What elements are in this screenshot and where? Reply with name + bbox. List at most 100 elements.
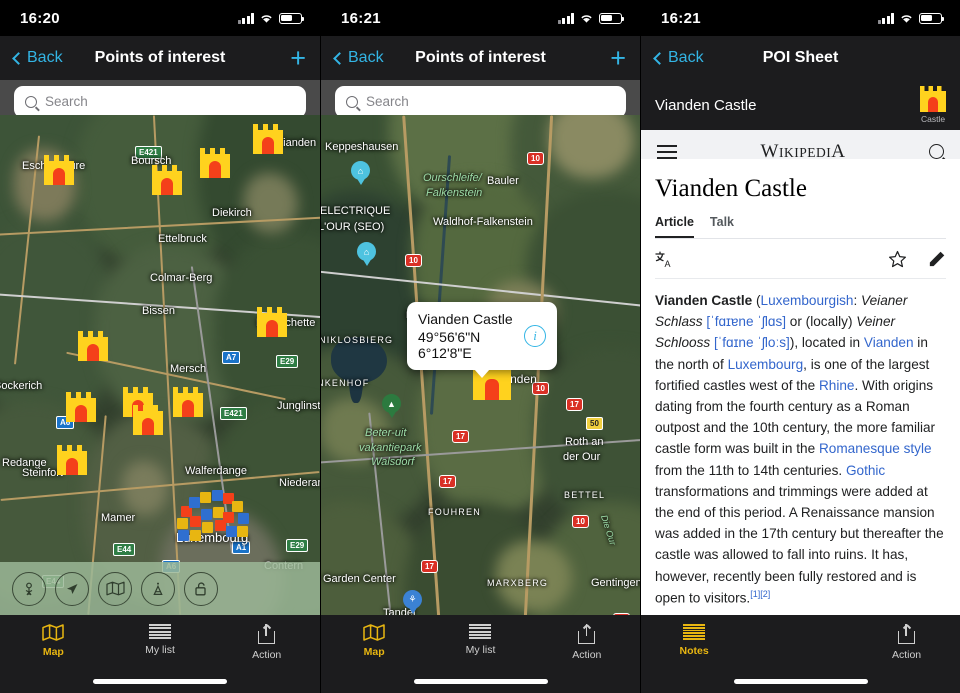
wifi-icon	[901, 15, 912, 23]
article-link[interactable]: [ˈfɑɪne ˈʃloːs]	[714, 335, 790, 350]
unlock-tool-button[interactable]	[184, 571, 218, 606]
poi-category[interactable]: Castle	[920, 86, 946, 124]
road-shield: 50	[586, 417, 603, 430]
road-shield: E29	[286, 539, 309, 552]
castle-icon	[920, 86, 946, 112]
map-label: Bockerich	[0, 380, 43, 392]
search-input[interactable]: Search	[366, 94, 409, 109]
road-shield: 10	[405, 254, 422, 267]
navigate-tool-button[interactable]	[55, 571, 89, 606]
battery-icon	[279, 12, 304, 24]
map-label: L'OUR (SEO)	[321, 221, 385, 233]
castle-marker[interactable]	[44, 155, 74, 185]
map-label: BETTEL	[564, 490, 606, 500]
language-icon[interactable]: A	[655, 251, 675, 269]
search-input[interactable]: Search	[45, 94, 88, 109]
tab-article[interactable]: Article	[655, 215, 694, 238]
wikipedia-article[interactable]: Vianden Castle Article Talk A Vianden Ca…	[641, 159, 960, 615]
article-text[interactable]: [1][2]	[750, 589, 770, 599]
article-link[interactable]: Luxembourgish	[761, 293, 854, 308]
poi-callout[interactable]: Vianden Castle 49°56'6"N 6°12'8"E i	[407, 302, 557, 378]
map-detail[interactable]: 10 10 10 10 17 50 17 17 10 17 10 Keppesh…	[321, 115, 640, 655]
tab-map-label: Map	[363, 646, 385, 658]
road-shield: 17	[566, 398, 583, 411]
poi-category-label: Castle	[920, 114, 946, 124]
location-pin-tool-button[interactable]	[12, 571, 46, 606]
map-label: FOUHREN	[428, 507, 481, 517]
tab-map[interactable]: Map	[0, 624, 107, 693]
wifi-icon	[581, 15, 592, 23]
map-label: Mersch	[170, 363, 207, 375]
article-link[interactable]: Rhine	[819, 378, 855, 393]
map-label: Garden Center	[323, 573, 396, 585]
poi-callout-title: Vianden Castle	[418, 311, 513, 327]
back-button[interactable]: Back	[653, 49, 704, 67]
home-indicator	[733, 679, 868, 684]
search-bar[interactable]: Search	[14, 85, 306, 118]
map-layers-tool-button[interactable]	[98, 571, 132, 606]
road-shield: 17	[439, 475, 456, 488]
status-bar: 16:21	[321, 0, 640, 36]
map-label: der Our	[563, 451, 601, 463]
article-link[interactable]: Luxembourg	[728, 357, 804, 372]
castle-marker[interactable]	[173, 387, 203, 417]
home-indicator	[413, 679, 548, 684]
svg-text:A: A	[665, 259, 671, 269]
road-shield: 10	[572, 515, 589, 528]
search-icon[interactable]	[928, 144, 944, 159]
add-poi-button[interactable]: +	[610, 44, 626, 72]
article-link[interactable]: Vianden	[864, 335, 914, 350]
map-overview[interactable]: E421 A7 E29 A6 E421 E44 A1 E29 A6 E44 Es…	[0, 115, 320, 615]
map-icon	[42, 624, 65, 641]
tab-action[interactable]: Action	[213, 624, 320, 693]
map-label: Esch	[22, 160, 47, 172]
share-icon	[578, 624, 596, 644]
article-link[interactable]: Romanesque style	[819, 441, 932, 456]
search-bar[interactable]: Search	[335, 85, 626, 118]
castle-marker[interactable]	[253, 124, 283, 154]
tab-notes[interactable]: Notes	[641, 624, 747, 693]
poi-pin[interactable]: ⌂	[357, 242, 376, 268]
castle-marker[interactable]	[152, 165, 182, 195]
article-title: Vianden Castle	[655, 175, 807, 202]
castle-marker[interactable]	[66, 392, 96, 422]
castle-marker[interactable]	[257, 307, 287, 337]
edit-pencil-icon[interactable]	[927, 250, 946, 269]
map-label: NKENHOF	[321, 378, 370, 388]
article-link[interactable]: Gothic	[846, 463, 885, 478]
status-bar: 16:20	[0, 0, 320, 36]
article-tool-buttons	[888, 250, 946, 269]
poi-pin-garden-center[interactable]: ⚘	[403, 590, 422, 616]
info-button[interactable]: i	[524, 325, 546, 347]
tab-notes-label: Notes	[679, 645, 709, 657]
poi-cluster-luxembourg[interactable]	[176, 490, 249, 550]
castle-marker[interactable]	[200, 148, 230, 178]
castle-marker[interactable]	[133, 405, 163, 435]
back-button[interactable]: Back	[333, 49, 384, 67]
article-text: Vianden Castle	[655, 293, 753, 308]
castle-marker[interactable]	[78, 331, 108, 361]
star-icon[interactable]	[888, 250, 907, 269]
add-poi-button[interactable]: +	[290, 44, 306, 72]
tab-action[interactable]: Action	[853, 624, 959, 693]
share-icon	[898, 624, 916, 644]
map-label: Roth an	[565, 436, 604, 448]
road-shield: E44	[113, 543, 136, 556]
hamburger-menu-icon[interactable]	[657, 144, 677, 159]
tab-map[interactable]: Map	[321, 624, 427, 693]
tab-action[interactable]: Action	[534, 624, 640, 693]
tab-talk[interactable]: Talk	[710, 215, 734, 238]
map-label: Falkenstein	[426, 187, 483, 199]
article-link[interactable]: [ˈfɑɪɐne ˈʃlɑs]	[706, 314, 786, 329]
bottom-tab-bar: Map My list Action	[0, 615, 320, 693]
back-button[interactable]: Back	[12, 49, 63, 67]
map-label: NIKLOSBIERG	[321, 335, 394, 345]
compass-tool-button[interactable]	[141, 571, 175, 606]
back-label: Back	[348, 49, 384, 66]
poi-pin-campsite[interactable]: ▲	[382, 394, 401, 420]
chevron-left-icon	[12, 51, 25, 65]
map-label: Niederanven	[279, 477, 320, 489]
status-clock: 16:21	[661, 9, 701, 27]
castle-marker[interactable]	[57, 445, 87, 475]
poi-pin[interactable]: ⌂	[351, 161, 370, 187]
